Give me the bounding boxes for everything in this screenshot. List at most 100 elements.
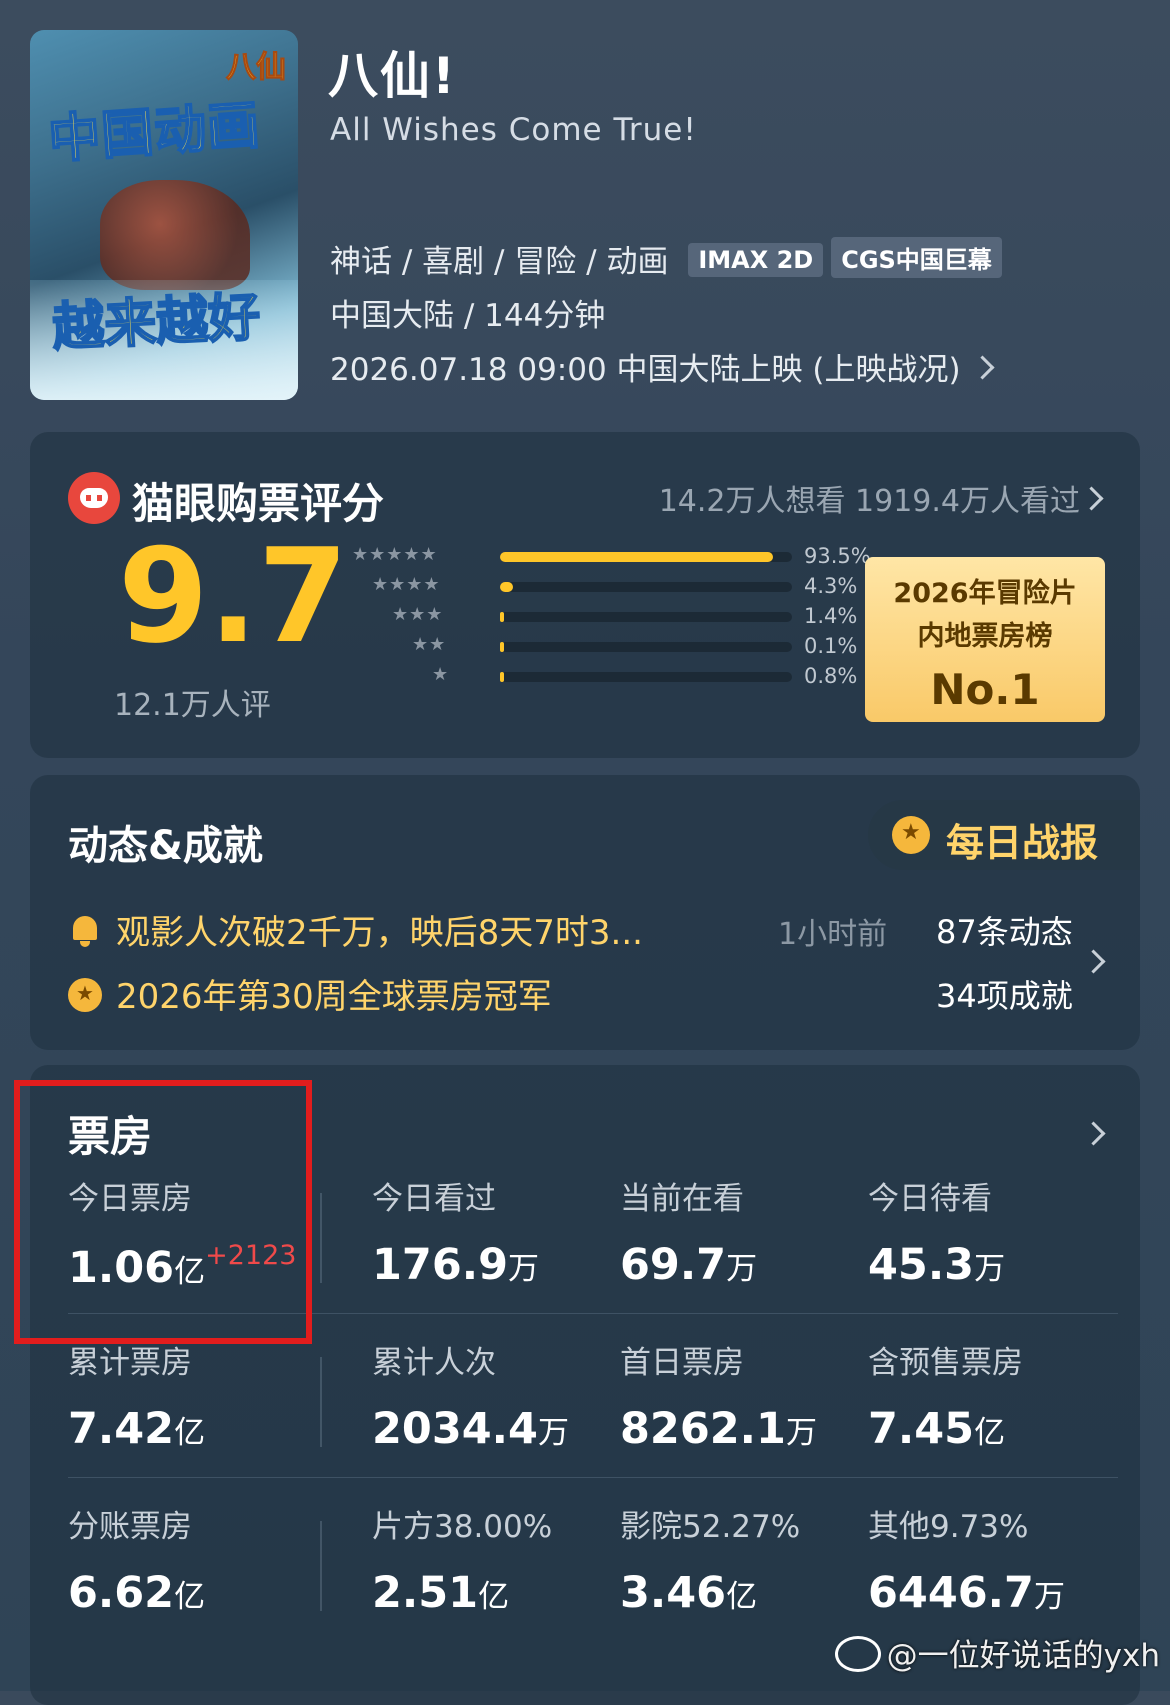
rating-bar-percent: 0.8% xyxy=(804,664,858,688)
stat-unit: 亿 xyxy=(174,1579,206,1615)
rating-count: 12.1万人评 xyxy=(114,688,271,723)
rating-bar-track xyxy=(500,582,792,592)
rating-bar-row: ★★ 0.1% xyxy=(352,632,857,662)
stat-unit: 亿 xyxy=(478,1579,510,1615)
movie-release-row[interactable]: 2026.07.18 09:00 中国大陆上映 (上映战况) xyxy=(330,344,995,389)
rating-bar-row: ★★★ 1.4% xyxy=(352,602,857,632)
stat-value-row: 7.45亿 xyxy=(868,1404,1023,1454)
chevron-right-icon[interactable] xyxy=(1081,949,1106,974)
star-rating-icon: ★★ xyxy=(412,634,447,655)
stat-value: 45.3 xyxy=(868,1240,975,1290)
poster-slogan: 越来越好 xyxy=(50,287,263,360)
stat-unit: 万 xyxy=(508,1251,540,1287)
star-rating-icon: ★ xyxy=(432,664,450,685)
chevron-right-icon[interactable] xyxy=(1081,1121,1106,1146)
stat-value-row: 3.46亿 xyxy=(620,1568,800,1618)
movie-release[interactable]: 2026.07.18 09:00 中国大陆上映 (上映战况) xyxy=(330,352,961,388)
star-rating-icon: ★★★ xyxy=(392,604,444,625)
stat-unit: 万 xyxy=(785,1415,817,1451)
stat-value-row: 6446.7万 xyxy=(868,1568,1065,1618)
weibo-watermark: @一位好说话的yxh xyxy=(834,1630,1160,1675)
stat-value: 176.9 xyxy=(372,1240,509,1290)
column-divider xyxy=(320,1357,322,1447)
stat-value-row: 6.62亿 xyxy=(68,1568,205,1618)
stat-value: 2.51 xyxy=(372,1568,479,1618)
dynamic-text: 观影人次破2千万，映后8天7时3... xyxy=(116,913,643,953)
stat-label: 影院52.27% xyxy=(620,1509,801,1545)
movie-poster[interactable]: 八仙 中国动画 越来越好 xyxy=(30,30,298,400)
stat-label: 片方38.00% xyxy=(372,1509,553,1545)
stat-unit: 万 xyxy=(974,1251,1006,1287)
stat-unit: 万 xyxy=(1033,1579,1065,1615)
rating-bar-track xyxy=(500,672,792,682)
stat-value-row: 176.9万 xyxy=(372,1240,539,1290)
stat-label: 今日待看 xyxy=(868,1181,992,1217)
box-office-stat: 片方38.00% 2.51亿 xyxy=(372,1501,552,1618)
box-office-stat: 累计票房 7.42亿 xyxy=(68,1337,205,1454)
stat-unit: 万 xyxy=(537,1415,569,1451)
tag-imax: IMAX 2D xyxy=(688,243,824,277)
rating-bar-fill xyxy=(500,612,505,622)
rating-bar-track xyxy=(500,642,792,652)
movie-region-duration: 中国大陆 / 144分钟 xyxy=(330,298,606,334)
row-divider xyxy=(68,1477,1118,1478)
rating-bar-percent: 93.5% xyxy=(804,544,871,568)
stat-value: 8262.1 xyxy=(620,1404,786,1454)
box-office-stat: 分账票房 6.62亿 xyxy=(68,1501,205,1618)
badge-line1: 2026年冒险片 xyxy=(893,578,1077,609)
stat-value-row: 2034.4万 xyxy=(372,1404,569,1454)
star-rating-icon: ★★★★★ xyxy=(352,544,438,565)
poster-title: 中国动画 xyxy=(46,95,264,172)
star-rating-icon: ★★★★ xyxy=(372,574,441,595)
dynamics-count: 87条动态 xyxy=(936,913,1073,951)
stat-label: 累计人次 xyxy=(372,1345,496,1381)
achievements-count: 34项成就 xyxy=(936,977,1073,1015)
rating-score: 9.7 xyxy=(118,520,349,672)
dynamics-title: 动态&成就 xyxy=(68,823,263,869)
rating-bar-percent: 1.4% xyxy=(804,604,858,628)
rating-bar-track xyxy=(500,552,792,562)
daily-report-label: 每日战报 xyxy=(946,821,1099,865)
stat-unit: 亿 xyxy=(726,1579,758,1615)
watermark-text: @一位好说话的yxh xyxy=(886,1638,1160,1674)
rating-bar-fill xyxy=(500,582,513,592)
medal-icon xyxy=(892,816,930,854)
rating-distribution: ★★★★★ 93.5% ★★★★ 4.3% ★★★ 1.4% ★★ 0.1% ★ 0.8% xyxy=(352,542,871,692)
box-office-stat: 含预售票房 7.45亿 xyxy=(868,1337,1023,1454)
rating-bar-percent: 0.1% xyxy=(804,634,858,658)
tag-cgs: CGS中国巨幕 xyxy=(831,237,1002,278)
stat-value-row: 7.42亿 xyxy=(68,1404,205,1454)
want-seen-stats[interactable]: 14.2万人想看 1919.4万人看过 xyxy=(659,476,1080,520)
rating-bar-fill xyxy=(500,672,504,682)
rating-bar-row: ★★★★★ 93.5% xyxy=(352,542,871,572)
rating-bar-percent: 4.3% xyxy=(804,574,858,598)
stat-value-row: 69.7万 xyxy=(620,1240,757,1290)
dynamic-item[interactable]: 观影人次破2千万，映后8天7时3... xyxy=(68,905,643,954)
stat-value-row: 2.51亿 xyxy=(372,1568,552,1618)
chevron-right-icon[interactable] xyxy=(1079,486,1104,511)
stat-label: 分账票房 xyxy=(68,1509,192,1545)
stat-value-row: 45.3万 xyxy=(868,1240,1005,1290)
box-office-stat: 当前在看 69.7万 xyxy=(620,1173,757,1290)
weibo-icon xyxy=(834,1636,881,1672)
rating-card: 猫眼购票评分 14.2万人想看 1919.4万人看过 9.7 12.1万人评 ★… xyxy=(30,432,1140,758)
rating-bar-row: ★★★★ 4.3% xyxy=(352,572,857,602)
stat-label: 其他9.73% xyxy=(868,1509,1029,1545)
achievement-item[interactable]: 2026年第30周全球票房冠军 xyxy=(68,969,552,1018)
movie-english-title: All Wishes Come True! xyxy=(330,112,697,148)
box-office-stat: 累计人次 2034.4万 xyxy=(372,1337,569,1454)
stat-value: 69.7 xyxy=(620,1240,727,1290)
column-divider xyxy=(320,1521,322,1611)
rank-badge[interactable]: 2026年冒险片 内地票房榜 No.1 xyxy=(865,557,1105,722)
medal-icon xyxy=(68,978,102,1012)
poster-logo: 八仙 xyxy=(226,50,287,86)
movie-genres: 神话 / 喜剧 / 冒险 / 动画 xyxy=(330,244,669,280)
daily-report-button[interactable]: 每日战报 xyxy=(868,800,1140,870)
stat-unit: 亿 xyxy=(974,1415,1006,1451)
dynamics-card[interactable]: 动态&成就 每日战报 观影人次破2千万，映后8天7时3... 1小时前 2026… xyxy=(30,775,1140,1050)
stat-unit: 万 xyxy=(726,1251,758,1287)
column-divider xyxy=(320,1193,322,1283)
rating-bar-track xyxy=(500,612,792,622)
badge-rank: No.1 xyxy=(930,665,1040,714)
stat-value: 3.46 xyxy=(620,1568,727,1618)
